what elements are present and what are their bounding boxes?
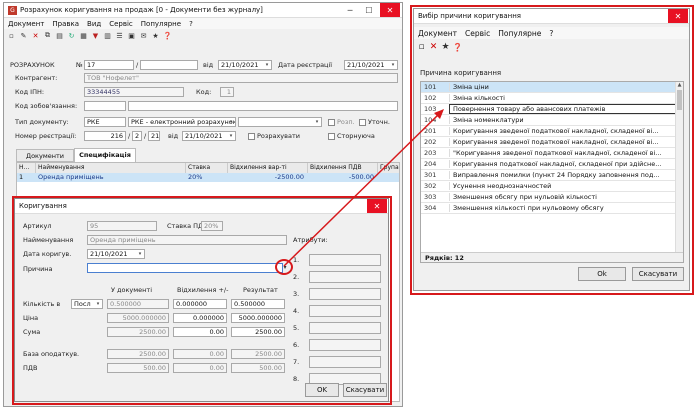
annotation-arrow — [283, 109, 444, 267]
